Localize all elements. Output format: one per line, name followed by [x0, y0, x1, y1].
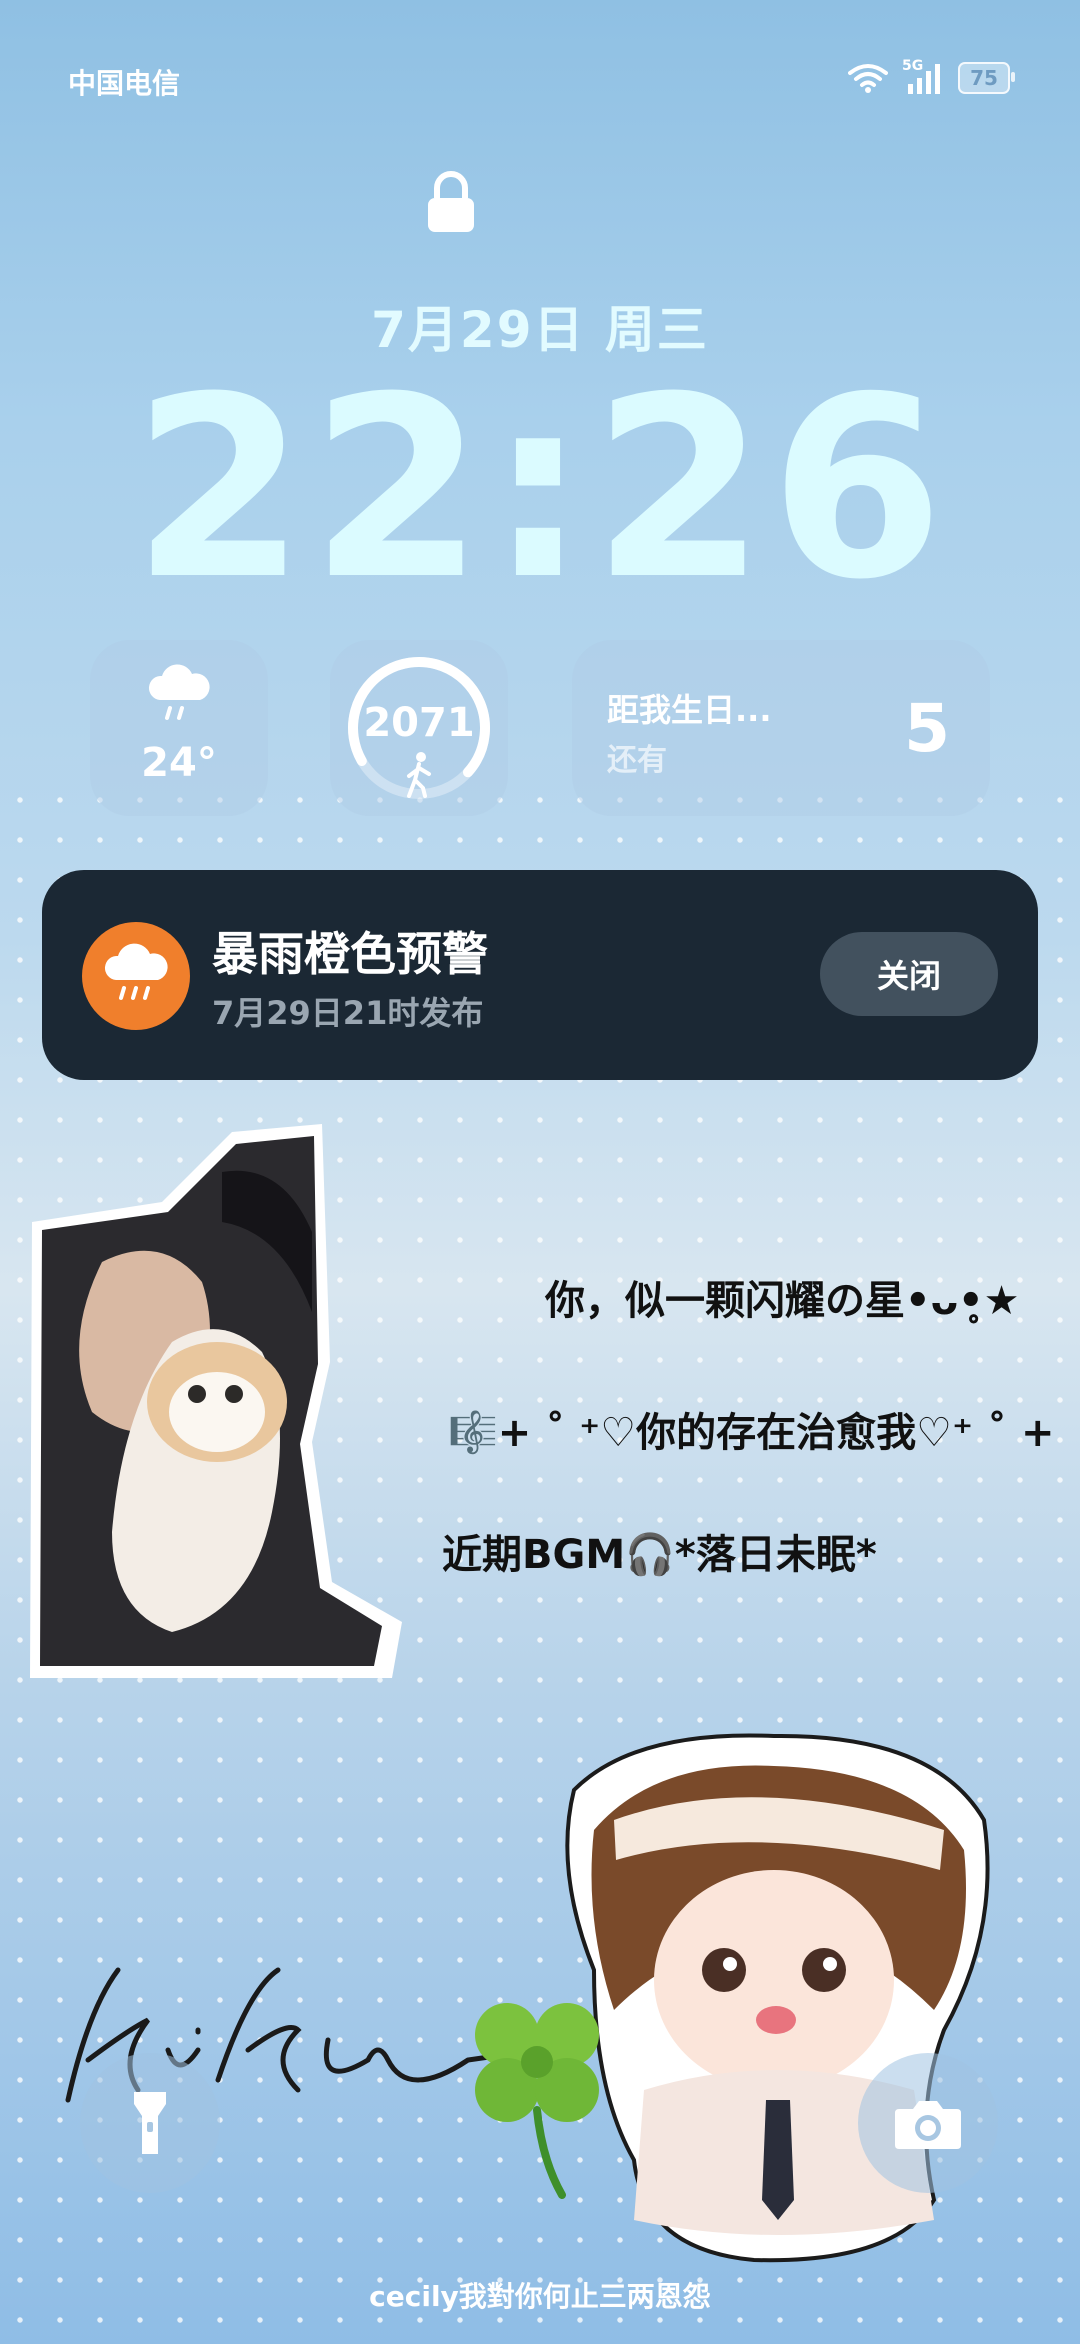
- lock-icon: [428, 171, 474, 232]
- birthday-countdown-widget[interactable]: 距我生日... 还有 5: [572, 640, 990, 816]
- girl-with-cat-photo: [30, 1124, 402, 1678]
- birthday-subtitle: 还有: [607, 743, 667, 778]
- signal-icon: 5G: [902, 58, 944, 94]
- alert-subtitle: 7月29日21时发布: [212, 994, 484, 1032]
- alert-close-button[interactable]: 关闭: [820, 932, 998, 1016]
- four-leaf-clover-icon: [475, 2003, 599, 2199]
- weather-widget[interactable]: 24°: [90, 640, 268, 816]
- steps-count: 2071: [363, 700, 475, 746]
- steps-widget[interactable]: 2071: [330, 640, 508, 816]
- wifi-icon: [848, 64, 888, 93]
- wallpaper-text-line-1: 你，似一颗闪耀の星•ᴗ•̥★: [545, 1278, 1020, 1324]
- birthday-title: 距我生日...: [607, 691, 772, 729]
- status-icons: 5G 75: [848, 58, 1015, 94]
- battery-indicator: 75: [958, 62, 1015, 94]
- weather-temperature: 24°: [141, 740, 217, 786]
- status-bar: 中国电信 5G 75: [0, 58, 1080, 102]
- flashlight-button[interactable]: [80, 2053, 220, 2193]
- walking-person-icon: [407, 752, 431, 798]
- wallpaper-text-line-2: 🎼+ ˚ ⁺♡你的存在治愈我♡⁺ ˚ +: [448, 1410, 1055, 1456]
- camera-button[interactable]: [858, 2053, 998, 2193]
- clock-time: 22:26: [132, 343, 948, 634]
- wallpaper-text-line-3: 近期BGM🎧*落日未眠*: [442, 1532, 877, 1578]
- birthday-days: 5: [904, 690, 950, 767]
- alert-rain-icon: [82, 922, 190, 1030]
- carrier-name: 中国电信: [68, 67, 181, 100]
- signature-text: kiku: [48, 1950, 50, 1951]
- weather-alert-notification[interactable]: 暴雨橙色预警 7月29日21时发布 关闭: [42, 870, 1038, 1080]
- flashlight-icon: [134, 2092, 166, 2154]
- rain-cloud-icon: [148, 664, 210, 720]
- camera-icon: [895, 2101, 961, 2149]
- wallpaper-caption: cecily我對你何止三两恩怨: [369, 2280, 711, 2313]
- alert-title: 暴雨橙色预警: [212, 927, 488, 981]
